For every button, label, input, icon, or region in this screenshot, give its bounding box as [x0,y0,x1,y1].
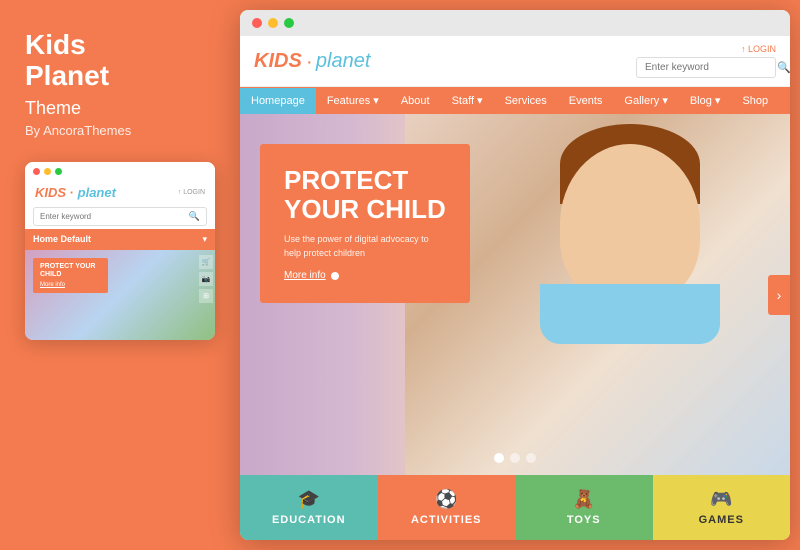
nav-item-staff[interactable]: Staff ▾ [441,87,494,114]
mobile-logo-area: KIDS · planet ↑ LOGIN [25,179,215,204]
mobile-sidebar-icons: 🛒 📷 ⊞ [199,255,213,303]
theme-title: Kids Planet [25,30,215,92]
mobile-dot-green [55,168,62,175]
nav-item-homepage[interactable]: Homepage [240,88,316,114]
browser-nav: Homepage Features ▾ About Staff ▾ Servic… [240,87,790,114]
mobile-logo: KIDS · planet [35,185,116,200]
hero-btn-label: More info [284,270,326,281]
category-activities[interactable]: ⚽ ACTIVITIES [378,475,516,540]
category-education[interactable]: 🎓 EDUCATION [240,475,378,540]
mobile-logo-kids: KIDS [35,185,66,200]
mobile-hero-btn[interactable]: More info [40,282,101,288]
mobile-search-box[interactable]: 🔍 [33,207,207,226]
activities-icon: ⚽ [435,489,457,510]
nav-item-events[interactable]: Events [558,88,614,114]
games-icon: 🎮 [710,489,732,510]
hero-description: Use the power of digital advocacy to hel… [284,233,446,260]
hero-btn-dot [331,272,339,280]
mobile-nav[interactable]: Home Default ▾ [25,229,215,250]
slider-dot-2[interactable] [510,453,520,463]
browser-search-input[interactable] [645,62,777,73]
browser-search-box[interactable]: 🔍 [636,57,776,78]
theme-subtitle: Theme [25,98,215,119]
mobile-nav-arrow-icon: ▾ [202,234,207,245]
browser-logo-planet: planet [316,50,371,72]
category-toys[interactable]: 🧸 TOYS [515,475,653,540]
left-panel: Kids Planet Theme By AncoraThemes KIDS ·… [0,0,240,550]
mobile-hero-overlay: PROTECT YOUR CHILD More info [33,258,108,294]
browser-dot-red [252,18,262,28]
browser-window: KIDS · planet ↑ LOGIN 🔍 Homepage Feature… [240,10,790,540]
hero-more-info-btn[interactable]: More info [284,270,446,281]
mobile-dot-yellow [44,168,51,175]
hero-background: PROTECT YOUR CHILD Use the power of digi… [240,114,790,475]
toys-icon: 🧸 [573,489,595,510]
category-bar: 🎓 EDUCATION ⚽ ACTIVITIES 🧸 TOYS 🎮 GAMES [240,475,790,540]
toys-label: TOYS [567,514,601,526]
mobile-icon-2: 📷 [199,272,213,286]
mobile-search-icon: 🔍 [189,211,200,222]
theme-author: By AncoraThemes [25,123,215,138]
education-icon: 🎓 [298,489,320,510]
browser-search-area: ↑ LOGIN 🔍 [636,44,776,78]
nav-item-shop[interactable]: Shop [731,88,779,114]
browser-title-bar [240,10,790,36]
nav-item-gallery[interactable]: Gallery ▾ [613,87,678,114]
slider-dot-1[interactable] [494,453,504,463]
face [560,144,700,304]
nav-item-contacts[interactable]: Contacts [779,88,790,114]
browser-hero: PROTECT YOUR CHILD Use the power of digi… [240,114,790,475]
hero-overlay-box: PROTECT YOUR CHILD Use the power of digi… [260,144,470,303]
mobile-icon-1: 🛒 [199,255,213,269]
browser-login-link[interactable]: ↑ LOGIN [741,44,776,54]
browser-dot-yellow [268,18,278,28]
mobile-logo-dot: · [70,185,78,200]
hero-face-sim [530,124,730,344]
nav-item-blog[interactable]: Blog ▾ [679,87,732,114]
nav-item-features[interactable]: Features ▾ [316,87,390,114]
category-games[interactable]: 🎮 GAMES [653,475,791,540]
activities-label: ACTIVITIES [411,514,482,526]
mobile-icon-3: ⊞ [199,289,213,303]
slider-dots [494,453,536,463]
browser-logo-kids: KIDS [254,50,302,72]
mobile-hero-title: PROTECT YOUR CHILD [40,263,101,280]
education-label: EDUCATION [272,514,346,526]
shirt [540,284,720,344]
hero-title: PROTECT YOUR CHILD [284,166,446,223]
nav-item-about[interactable]: About [390,88,441,114]
browser-header: KIDS · planet ↑ LOGIN 🔍 [240,36,790,87]
hero-next-arrow[interactable]: › [768,275,790,315]
browser-dot-green [284,18,294,28]
games-label: GAMES [699,514,744,526]
mobile-search-input[interactable] [40,212,189,221]
mobile-logo-planet: planet [78,185,116,200]
mobile-login-link[interactable]: ↑ LOGIN [178,189,205,196]
mobile-dot-red [33,168,40,175]
browser-logo: KIDS · planet [254,50,370,73]
slider-dot-3[interactable] [526,453,536,463]
mobile-nav-label: Home Default [33,234,91,244]
mobile-title-bar [25,162,215,179]
browser-search-icon: 🔍 [777,61,790,74]
browser-logo-dot: · [307,54,316,70]
nav-item-services[interactable]: Services [494,88,558,114]
mobile-hero: PROTECT YOUR CHILD More info 🛒 📷 ⊞ [25,250,215,340]
mobile-mockup: KIDS · planet ↑ LOGIN 🔍 Home Default ▾ P… [25,162,215,340]
